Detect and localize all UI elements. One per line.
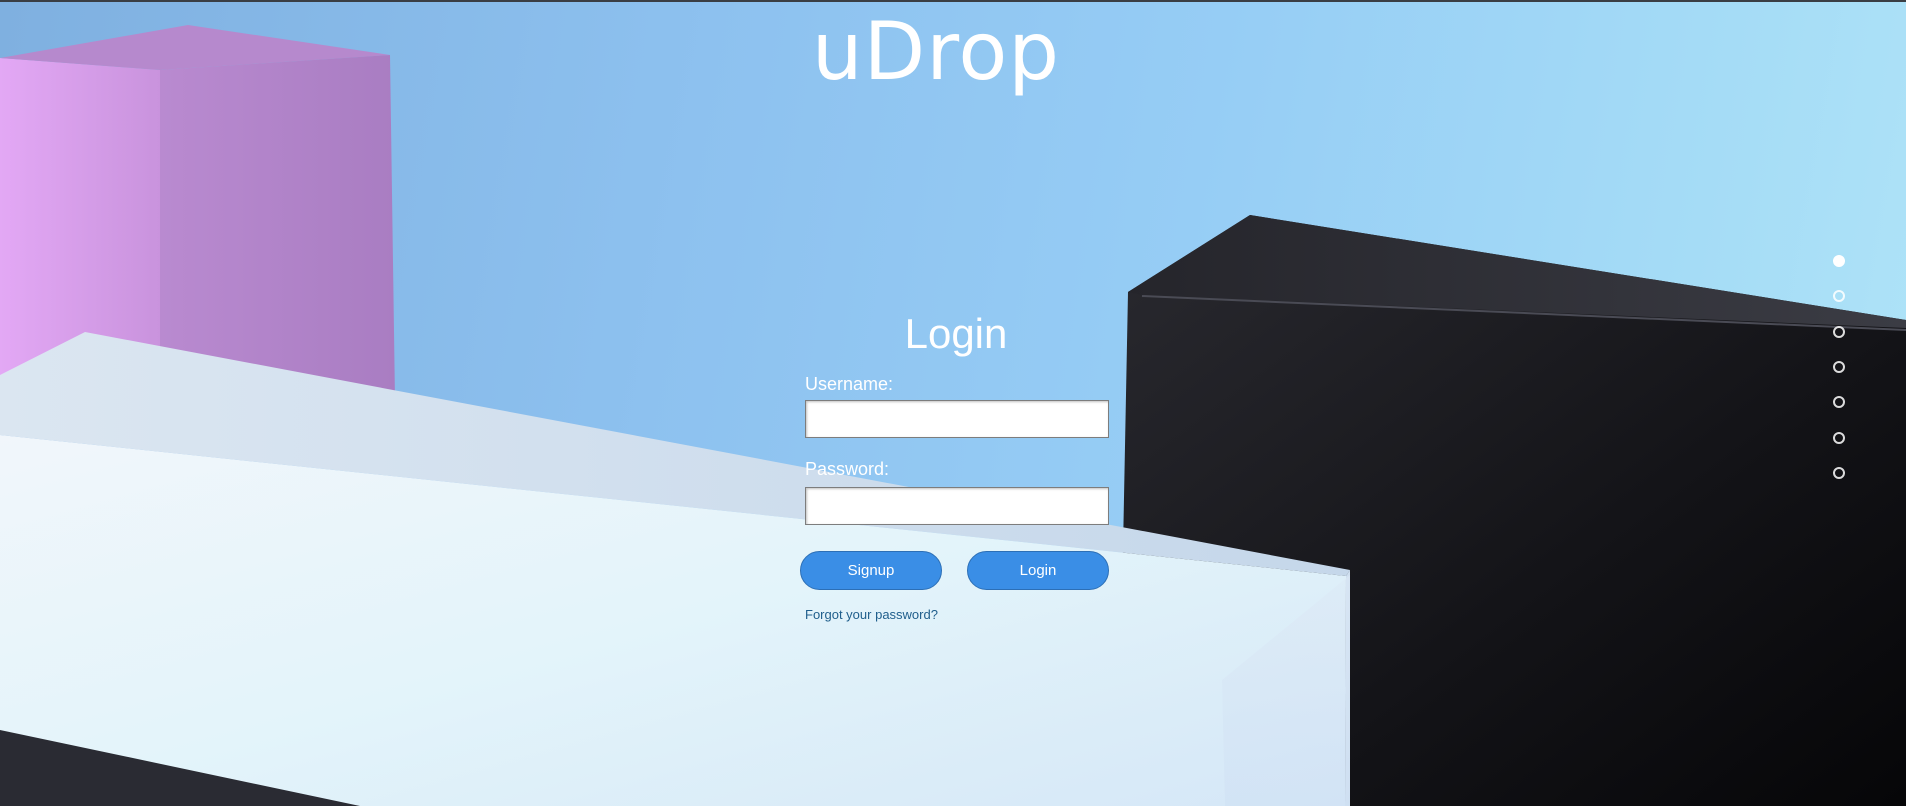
password-label: Password: (805, 459, 890, 479)
forgot-password-link[interactable]: Forgot your password? (805, 607, 938, 623)
password-input[interactable] (805, 487, 1109, 525)
username-input[interactable] (805, 400, 1109, 438)
slide-nav-dot[interactable] (1833, 255, 1845, 267)
login-page: uDrop Login Username: Password: Signup L… (0, 0, 1906, 806)
username-label: Username: (805, 374, 894, 394)
slide-nav-dot[interactable] (1833, 361, 1845, 373)
slide-nav-dot[interactable] (1833, 396, 1845, 408)
slide-nav-dot[interactable] (1833, 432, 1845, 444)
slide-nav-dot[interactable] (1833, 290, 1845, 302)
slide-nav-dot[interactable] (1833, 467, 1845, 479)
app-logo: uDrop (811, 5, 1061, 98)
login-title: Login (904, 310, 1008, 357)
signup-button[interactable]: Signup (800, 551, 942, 590)
slide-nav-dot[interactable] (1833, 326, 1845, 338)
login-button[interactable]: Login (967, 551, 1109, 590)
